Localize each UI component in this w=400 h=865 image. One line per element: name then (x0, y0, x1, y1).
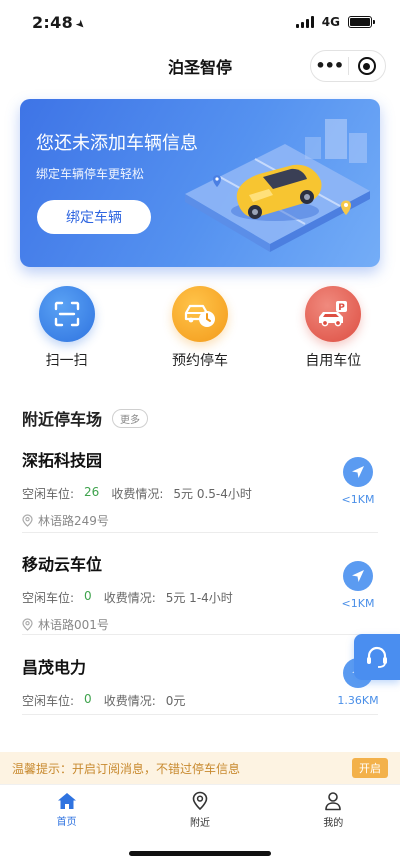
navigate-arrow-icon (343, 561, 373, 591)
list-divider (22, 532, 378, 533)
scan-icon (38, 286, 95, 342)
subscribe-tip-bar: 温馨提示：开启订阅消息，不错过停车信息 开启 (0, 752, 400, 784)
lot-name: 移动云车位 (22, 555, 103, 574)
lot-address: 林语路001号 (22, 616, 378, 633)
enable-subscription-button[interactable]: 开启 (352, 758, 388, 778)
tab-home[interactable]: 首页 (0, 785, 133, 834)
action-label: 扫一扫 (45, 353, 88, 369)
car-parking-illustration (185, 119, 370, 252)
customer-service-button[interactable] (354, 634, 400, 680)
address-text: 林语路249号 (38, 514, 109, 528)
navigate-arrow-icon (343, 457, 373, 487)
lot-info: 空闲车位: 26 收费情况: 5元 0.5-4小时 (22, 485, 378, 502)
free-count: 0 (84, 589, 92, 603)
close-mini-program-button[interactable] (348, 57, 385, 75)
mini-program-capsule: ••• (310, 50, 386, 82)
car-parking-icon: P (305, 286, 362, 342)
user-icon (325, 791, 342, 810)
lot-name: 深拓科技园 (22, 451, 103, 470)
location-arrow-icon: ➤ (72, 16, 89, 32)
free-label: 空闲车位: (22, 694, 75, 708)
status-time: 2:48➤ (32, 12, 89, 32)
tab-label: 我的 (323, 817, 344, 829)
distance-label: 1.36KM (337, 694, 379, 707)
signal-icon (295, 16, 314, 28)
action-reserve-parking[interactable]: 预约停车 (133, 286, 266, 370)
location-pin-icon (22, 618, 33, 631)
banner-subtitle: 绑定车辆停车更轻松 (36, 167, 145, 181)
lot-info: 空闲车位: 0 收费情况: 0元 (22, 692, 378, 709)
tab-mine[interactable]: 我的 (267, 785, 400, 834)
lot-info: 空闲车位: 0 收费情况: 5元 1-4小时 (22, 589, 378, 606)
home-indicator (129, 851, 271, 856)
navigate-button[interactable]: <1KM (338, 561, 378, 610)
free-label: 空闲车位: (22, 487, 75, 501)
list-divider (22, 714, 378, 715)
tab-nearby[interactable]: 附近 (133, 785, 266, 834)
list-divider (22, 634, 378, 635)
fee-value: 5元 1-4小时 (165, 591, 233, 605)
svg-text:P: P (339, 303, 346, 313)
tab-bar: 首页 附近 我的 (0, 784, 400, 834)
fee-label: 收费情况: (111, 487, 164, 501)
navigate-button[interactable]: <1KM (338, 457, 378, 506)
fee-label: 收费情况: (103, 694, 156, 708)
time-text: 2:48 (32, 12, 73, 32)
parking-lot-item[interactable]: 昌茂电力 空闲车位: 0 收费情况: 0元 1.36KM (22, 654, 379, 709)
action-private-space[interactable]: P 自用车位 (267, 286, 400, 370)
nav-bar: 泊圣智停 ••• (0, 44, 400, 88)
section-title: 附近停车场 (22, 410, 103, 429)
distance-label: <1KM (341, 493, 375, 506)
more-link[interactable]: 更多 (112, 408, 149, 428)
action-scan[interactable]: 扫一扫 (0, 286, 133, 370)
lot-address: 林语路249号 (22, 512, 378, 529)
parking-lot-item[interactable]: 深拓科技园 空闲车位: 26 收费情况: 5元 0.5-4小时 林语路249号 <1… (22, 447, 378, 529)
target-circle-icon (357, 57, 376, 75)
free-label: 空闲车位: (22, 591, 75, 605)
fee-value: 5元 0.5-4小时 (173, 487, 252, 501)
status-right: 4G (295, 15, 375, 29)
tip-text: 温馨提示：开启订阅消息，不错过停车信息 (12, 761, 241, 776)
action-label: 自用车位 (305, 353, 362, 369)
location-pin-icon (22, 514, 33, 527)
headset-icon (367, 646, 387, 668)
tab-label: 首页 (56, 816, 77, 828)
car-clock-icon (171, 286, 228, 342)
action-label: 预约停车 (171, 353, 228, 369)
status-bar: 2:48➤ 4G (0, 0, 400, 44)
quick-actions: 扫一扫 预约停车 P 自用车位 (0, 286, 400, 370)
more-dots-icon[interactable]: ••• (311, 50, 348, 82)
fee-label: 收费情况: (103, 591, 156, 605)
location-pin-icon (192, 791, 208, 810)
page-title: 泊圣智停 (167, 58, 232, 77)
add-vehicle-banner: 您还未添加车辆信息 绑定车辆停车更轻松 绑定车辆 (20, 99, 380, 267)
nearby-section-header: 附近停车场 更多 (22, 406, 149, 430)
tab-label: 附近 (189, 817, 210, 829)
parking-lot-item[interactable]: 移动云车位 空闲车位: 0 收费情况: 5元 1-4小时 林语路001号 <1KM (22, 551, 378, 633)
free-count: 0 (84, 692, 92, 706)
home-icon (57, 792, 76, 809)
lot-name: 昌茂电力 (22, 658, 87, 677)
distance-label: <1KM (341, 597, 375, 610)
battery-icon (348, 16, 375, 28)
free-count: 26 (84, 485, 100, 499)
bind-vehicle-button[interactable]: 绑定车辆 (37, 200, 151, 234)
address-text: 林语路001号 (38, 618, 109, 632)
fee-value: 0元 (165, 694, 186, 708)
network-label: 4G (321, 15, 340, 29)
